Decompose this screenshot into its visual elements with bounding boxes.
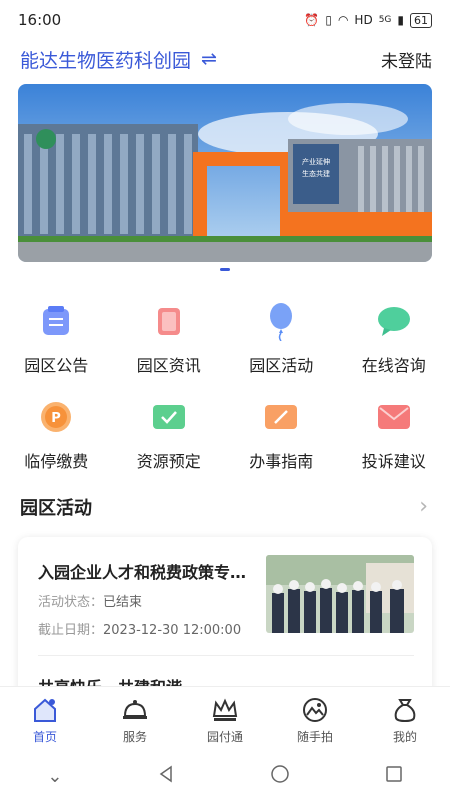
svg-text:P: P	[51, 411, 61, 426]
signal-type: 5G	[378, 15, 392, 25]
divider	[38, 655, 414, 656]
carousel-indicator	[0, 268, 450, 271]
chevron-down-icon[interactable]: ⌄	[47, 766, 62, 787]
carousel-dot-active	[220, 268, 230, 271]
booking-icon	[146, 394, 192, 440]
signal-icon: ▮	[397, 13, 404, 27]
banner-sign-1: 产业延伸	[302, 157, 330, 166]
news-icon	[146, 298, 192, 344]
quick-link-guide[interactable]: 办事指南	[225, 388, 338, 472]
section-title: 园区活动	[20, 498, 92, 519]
bag-icon	[390, 695, 420, 725]
swap-icon: ⇌	[201, 48, 217, 70]
activity-status-row: 活动状态：已结束	[38, 591, 142, 610]
battery-icon: 61	[410, 12, 432, 28]
quick-link-label: 园区活动	[249, 356, 314, 375]
service-bell-icon	[120, 695, 150, 725]
status-bar: 16:00 ⏰ ▯ ◠ HD 5G ▮ 61	[0, 0, 450, 40]
activity-card: 入园企业人才和税费政策专… 活动状态：已结束 截止日期：2023-12-30 1…	[18, 537, 432, 697]
quick-link-activity[interactable]: 园区活动	[225, 292, 338, 376]
tab-service[interactable]: 服务	[90, 687, 180, 752]
network-type: HD	[354, 13, 373, 27]
notice-icon	[33, 298, 79, 344]
chat-icon	[371, 298, 417, 344]
balloon-icon	[258, 298, 304, 344]
quick-link-label: 资源预定	[136, 452, 201, 471]
quick-link-label: 园区公告	[24, 356, 89, 375]
quick-link-booking[interactable]: 资源预定	[113, 388, 226, 472]
chevron-right-icon[interactable]: ›	[419, 494, 428, 519]
quick-link-consult[interactable]: 在线咨询	[338, 292, 450, 376]
park-name: 能达生物医药科创园	[20, 49, 192, 72]
system-nav-bar: ⌄	[0, 752, 450, 800]
tab-label: 随手拍	[296, 730, 333, 744]
crown-icon	[210, 695, 240, 725]
quick-link-news[interactable]: 园区资讯	[113, 292, 226, 376]
activity-deadline-row: 截止日期：2023-12-30 12:00:00	[38, 619, 241, 638]
alarm-icon: ⏰	[304, 13, 320, 27]
tab-label: 我的	[392, 730, 417, 744]
activity-status: 已结束	[103, 595, 143, 610]
tab-label: 服务	[122, 730, 147, 744]
quick-links-grid: 园区公告 园区资讯 园区活动 在线咨询 P 临停缴费 资源预定 办事指南 投诉建…	[0, 292, 450, 472]
activity-status-label: 活动状态：	[38, 595, 104, 610]
login-link[interactable]: 未登陆	[381, 47, 432, 72]
home-icon	[30, 695, 60, 725]
tab-snapshot[interactable]: 随手拍	[270, 687, 360, 752]
activity-deadline: 2023-12-30 12:00:00	[103, 623, 242, 638]
mail-icon	[371, 394, 417, 440]
quick-link-complaint[interactable]: 投诉建议	[338, 388, 450, 472]
park-switcher[interactable]: 能达生物医药科创园 ⇌	[20, 46, 217, 73]
quick-link-label: 临停缴费	[24, 452, 89, 471]
home-circle-icon[interactable]	[270, 764, 290, 788]
status-time: 16:00	[18, 11, 62, 29]
quick-link-label: 在线咨询	[361, 356, 426, 375]
camera-icon	[300, 695, 330, 725]
quick-link-label: 投诉建议	[361, 452, 426, 471]
bottom-tab-bar: 首页 服务 园付通 随手拍 我的	[0, 686, 450, 752]
wifi-icon: ◠	[337, 13, 349, 27]
quick-link-label: 办事指南	[249, 452, 314, 471]
header: 能达生物医药科创园 ⇌ 未登陆	[0, 40, 450, 78]
recents-icon[interactable]	[385, 765, 403, 787]
tab-mine[interactable]: 我的	[360, 687, 450, 752]
quick-link-parking[interactable]: P 临停缴费	[0, 388, 113, 472]
banner-image: 产业延伸 生态共建	[18, 84, 432, 262]
tab-label: 园付通	[206, 730, 243, 744]
parking-icon: P	[33, 394, 79, 440]
banner-sign-2: 生态共建	[302, 169, 330, 178]
vibrate-icon: ▯	[325, 13, 332, 27]
back-icon[interactable]	[157, 765, 175, 787]
quick-link-notice[interactable]: 园区公告	[0, 292, 113, 376]
banner-carousel[interactable]: 产业延伸 生态共建	[18, 84, 432, 262]
activity-title: 入园企业人才和税费政策专…	[38, 563, 247, 582]
activity-deadline-label: 截止日期：	[38, 623, 104, 638]
tab-home[interactable]: 首页	[0, 687, 90, 752]
tab-pay[interactable]: 园付通	[180, 687, 270, 752]
quick-link-label: 园区资讯	[136, 356, 201, 375]
status-icons: ⏰ ▯ ◠ HD 5G ▮ 61	[304, 12, 432, 28]
tab-label: 首页	[32, 730, 57, 744]
guide-icon	[258, 394, 304, 440]
activity-thumbnail	[266, 555, 414, 633]
